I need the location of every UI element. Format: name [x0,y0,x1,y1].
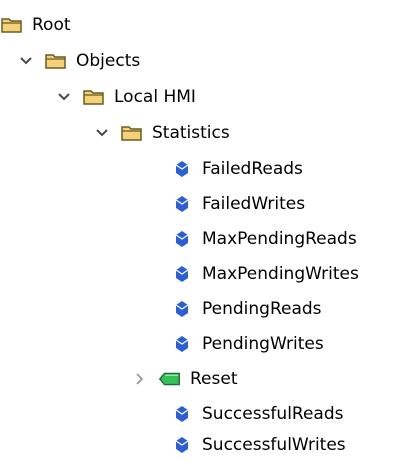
tree-node-label: MaxPendingReads [202,229,357,249]
tree-node-label: Local HMI [114,87,196,107]
tree-node-successfulwrites[interactable]: SuccessfulWrites [170,428,346,462]
tree-node-label: MaxPendingWrites [202,264,359,284]
chevron-down-icon[interactable] [18,53,34,69]
tree-node-successfulreads[interactable]: SuccessfulReads [170,397,344,431]
folder-icon [0,15,24,35]
tree-node-reset[interactable]: Reset [132,362,238,396]
folder-icon [120,123,144,143]
variable-icon [170,264,194,284]
chevron-right-icon[interactable] [132,371,148,387]
tree-node-root[interactable]: Root [0,8,71,42]
method-icon [158,369,182,389]
tree-node-label: PendingReads [202,299,322,319]
tree-node-label: Root [32,15,71,35]
variable-icon [170,299,194,319]
variable-icon [170,159,194,179]
variable-icon [170,404,194,424]
chevron-down-icon[interactable] [94,125,110,141]
tree-node-label: Reset [190,369,238,389]
tree-node-statistics[interactable]: Statistics [94,116,230,150]
chevron-down-icon[interactable] [56,89,72,105]
variable-icon [170,194,194,214]
variable-icon [170,229,194,249]
tree-node-label: FailedWrites [202,194,306,214]
folder-icon [44,51,68,71]
folder-icon [82,87,106,107]
tree-node-label: SuccessfulWrites [202,435,346,455]
tree-node-label: PendingWrites [202,334,324,354]
tree-node-pendingwrites[interactable]: PendingWrites [170,327,324,361]
variable-icon [170,334,194,354]
variable-icon [170,435,194,455]
tree-node-maxpendingreads[interactable]: MaxPendingReads [170,222,357,256]
tree-node-objects[interactable]: Objects [18,44,140,78]
tree-node-failedwrites[interactable]: FailedWrites [170,187,305,221]
tree-node-maxpendingwrites[interactable]: MaxPendingWrites [170,257,359,291]
tree-node-local-hmi[interactable]: Local HMI [56,80,196,114]
tree-node-label: Objects [76,51,141,71]
tree-node-label: Statistics [152,123,230,143]
tree-node-failedreads[interactable]: FailedReads [170,152,303,186]
tree-node-label: FailedReads [202,159,303,179]
tree-node-label: SuccessfulReads [202,404,344,424]
tree-node-pendingreads[interactable]: PendingReads [170,292,322,326]
